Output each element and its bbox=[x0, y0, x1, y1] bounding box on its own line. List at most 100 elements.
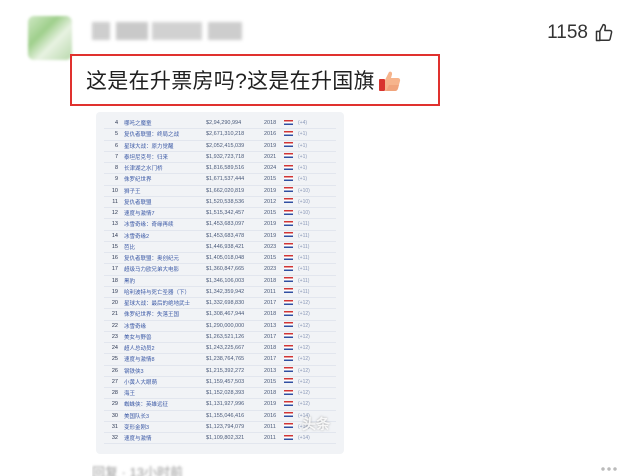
note-cell: (+11) bbox=[298, 255, 310, 262]
gross-cell: $1,453,683,097 bbox=[206, 221, 245, 228]
note-cell: (+1) bbox=[298, 153, 308, 160]
note-cell: (+1) bbox=[298, 142, 308, 149]
rank-cell: 23 bbox=[111, 333, 118, 340]
note-cell: (+12) bbox=[298, 311, 310, 318]
rank-cell: 19 bbox=[111, 288, 118, 295]
title-cell: 侏罗纪世界：失落王国 bbox=[124, 312, 180, 319]
gross-cell: $1,109,802,321 bbox=[206, 435, 245, 442]
gross-cell: $1,520,538,536 bbox=[206, 198, 245, 205]
flag-icon bbox=[284, 198, 298, 205]
year-cell: 2024 bbox=[264, 165, 277, 172]
table-row: 22 冰雪奇缘 $1,290,000,000 2013 (+12) bbox=[104, 321, 336, 332]
flag-icon bbox=[284, 220, 298, 228]
gross-cell: $1,238,764,765 bbox=[206, 356, 245, 363]
title-cell: 超人总动员2 bbox=[124, 346, 155, 353]
note-cell: (+12) bbox=[298, 333, 310, 340]
like-count: 1158 bbox=[547, 22, 588, 43]
title-cell: 星球大战：原力觉醒 bbox=[124, 143, 174, 150]
note-cell: (+11) bbox=[298, 288, 310, 295]
year-cell: 2013 bbox=[264, 322, 277, 329]
rank-cell: 24 bbox=[111, 345, 118, 352]
flag-icon bbox=[284, 277, 298, 284]
year-cell: 2018 bbox=[264, 120, 277, 127]
flag-icon bbox=[284, 310, 298, 318]
gross-cell: $1,155,046,416 bbox=[206, 412, 245, 419]
gross-cell: $1,152,028,393 bbox=[206, 390, 245, 397]
note-cell: (+1) bbox=[298, 176, 308, 183]
rank-cell: 7 bbox=[114, 153, 118, 160]
table-row: 9 侏罗纪世界 $1,671,537,444 2015 (+1) bbox=[104, 174, 336, 186]
title-cell: 超级马力欧兄弟大电影 bbox=[124, 267, 180, 274]
rank-cell: 25 bbox=[111, 356, 118, 363]
rank-cell: 8 bbox=[114, 165, 118, 172]
flag-icon bbox=[284, 265, 298, 273]
flag-icon bbox=[284, 164, 298, 172]
gross-cell: $1,332,698,830 bbox=[206, 300, 245, 307]
year-cell: 2011 bbox=[264, 423, 276, 430]
rank-cell: 26 bbox=[111, 367, 118, 374]
note-cell: (+10) bbox=[298, 187, 310, 194]
gross-cell: $1,515,342,457 bbox=[206, 210, 245, 217]
note-cell: (+11) bbox=[298, 277, 310, 284]
flag-icon bbox=[284, 400, 298, 408]
year-cell: 2023 bbox=[264, 266, 277, 273]
gross-cell: $1,453,683,478 bbox=[206, 232, 245, 239]
commenter-username-blurred[interactable] bbox=[92, 22, 242, 40]
gross-cell: $1,159,457,503 bbox=[206, 378, 245, 385]
table-row: 25 速度与激情8 $1,238,764,765 2017 (+12) bbox=[104, 354, 336, 366]
attached-image-box-office-table[interactable]: 4 哪吒之魔童 $2,94,290,994 2018 (+4) 5 复仇者联盟：终局之战 $2… bbox=[96, 112, 344, 454]
rank-cell: 18 bbox=[111, 277, 118, 284]
gross-cell: $1,816,589,516 bbox=[206, 165, 245, 172]
title-cell: 芭比 bbox=[124, 244, 136, 251]
gross-cell: $1,290,000,000 bbox=[206, 322, 245, 329]
table-row: 14 冰雪奇缘2 $1,453,683,478 2019 (+11) bbox=[104, 231, 336, 242]
year-cell: 2018 bbox=[264, 345, 277, 352]
note-cell: (+1) bbox=[298, 131, 308, 138]
gross-cell: $2,052,415,039 bbox=[206, 142, 245, 149]
like-button[interactable]: 1158 bbox=[547, 22, 614, 44]
title-cell: 钢铁侠3 bbox=[124, 368, 144, 375]
title-cell: 速度与激情7 bbox=[124, 211, 155, 218]
year-cell: 2015 bbox=[264, 210, 277, 217]
note-cell: (+12) bbox=[298, 356, 310, 363]
flag-icon bbox=[284, 344, 298, 352]
title-cell: 小黄人大眼萌 bbox=[124, 379, 158, 386]
more-options-icon[interactable] bbox=[600, 466, 618, 472]
year-cell: 2019 bbox=[264, 232, 277, 239]
gross-cell: $2,671,310,218 bbox=[206, 131, 245, 138]
year-cell: 2011 bbox=[264, 288, 276, 295]
comment-text-highlight: 这是在升票房吗?这是在升国旗 bbox=[70, 54, 440, 106]
table-row: 7 泰坦尼克号：归来 $1,932,723,718 2021 (+1) bbox=[104, 152, 336, 163]
commenter-avatar[interactable] bbox=[28, 16, 72, 60]
rank-cell: 21 bbox=[111, 311, 118, 318]
table-row: 15 芭比 $1,446,938,421 2023 (+11) bbox=[104, 242, 336, 253]
rank-cell: 6 bbox=[114, 142, 118, 149]
table-row: 28 海王 $1,152,028,393 2018 (+12) bbox=[104, 388, 336, 400]
rank-cell: 32 bbox=[111, 435, 118, 442]
rank-cell: 16 bbox=[111, 255, 118, 262]
title-cell: 美国队长3 bbox=[124, 413, 150, 420]
gross-cell: $1,308,467,944 bbox=[206, 311, 245, 318]
gross-cell: $1,123,794,079 bbox=[206, 423, 245, 430]
table-row: 11 复仇者联盟 $1,520,538,536 2012 (+10) bbox=[104, 197, 336, 208]
table-row: 21 侏罗纪世界：失落王国 $1,308,467,944 2018 (+12) bbox=[104, 309, 336, 321]
rank-cell: 9 bbox=[114, 176, 118, 183]
note-cell: (+12) bbox=[298, 367, 310, 374]
flag-icon bbox=[284, 288, 298, 295]
title-cell: 泰坦尼克号：归来 bbox=[124, 154, 169, 161]
year-cell: 2018 bbox=[264, 277, 277, 284]
flag-icon bbox=[284, 389, 298, 397]
flag-icon bbox=[284, 175, 298, 183]
title-cell: 冰雪奇缘2 bbox=[124, 233, 150, 240]
title-cell: 蜘蛛侠：英雄远征 bbox=[124, 402, 169, 409]
table-row: 4 哪吒之魔童 $2,94,290,994 2018 (+4) bbox=[104, 118, 336, 130]
flag-icon bbox=[284, 153, 298, 160]
year-cell: 2017 bbox=[264, 356, 277, 363]
box-office-table: 4 哪吒之魔童 $2,94,290,994 2018 (+4) 5 复仇者联盟：终局之战 $2… bbox=[104, 118, 336, 445]
rank-cell: 27 bbox=[111, 378, 118, 385]
thumbs-up-icon bbox=[595, 23, 613, 42]
flag-icon bbox=[284, 130, 298, 138]
title-cell: 星球大战：最后的绝地武士 bbox=[124, 301, 191, 308]
note-cell: (+10) bbox=[298, 210, 310, 217]
rank-cell: 30 bbox=[111, 412, 118, 419]
